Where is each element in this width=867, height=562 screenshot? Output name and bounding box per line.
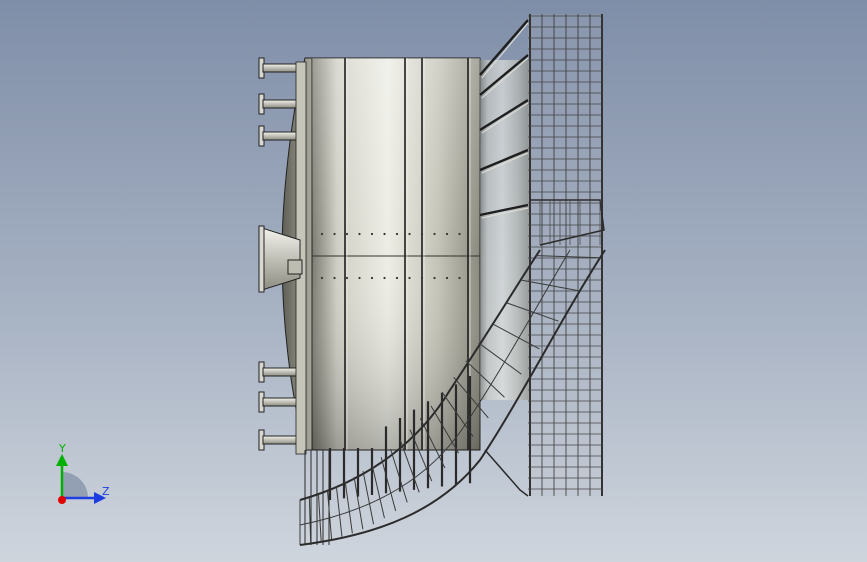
bolt-dot — [333, 276, 336, 280]
bolt-dot — [333, 232, 336, 236]
walkway-brace — [484, 449, 529, 497]
bolt-dot — [345, 276, 349, 280]
bolt-dot — [358, 232, 361, 236]
nozzle-pipe — [262, 63, 302, 73]
bolt-dot — [433, 232, 436, 236]
bolt-dot — [370, 276, 374, 280]
bolt-dot — [320, 232, 324, 236]
walkway-rung — [344, 481, 353, 534]
nozzle-pipe — [262, 99, 302, 109]
bolt-dot — [383, 276, 386, 280]
bolt-dot — [458, 232, 461, 236]
y-axis-arrow — [56, 454, 68, 466]
x-axis-dot — [58, 496, 66, 504]
walkway-rung — [390, 448, 408, 503]
bolt-dot — [370, 232, 374, 236]
bolt-dot — [383, 232, 386, 236]
nozzle-pipe — [262, 131, 302, 141]
y-axis-label: Y — [58, 442, 66, 455]
walkway-rung — [317, 493, 322, 542]
bolt-dot — [358, 276, 361, 280]
bolt-dot — [395, 232, 399, 236]
walkway-rung — [380, 457, 397, 511]
bolt-dot — [420, 232, 424, 236]
nozzle-pipe — [262, 367, 302, 377]
walkway-rung — [335, 486, 343, 537]
cage-panel — [528, 14, 602, 496]
bolt-dot — [458, 276, 461, 280]
bolt-dot — [345, 232, 349, 236]
bolt-dot — [445, 276, 449, 280]
cad-viewport[interactable]: Y Z — [0, 0, 867, 562]
tank-3d-model[interactable] — [0, 0, 867, 562]
bolt-dot — [420, 276, 424, 280]
walkway-rung — [371, 464, 385, 519]
bolt-dot — [395, 276, 399, 280]
side-cage-grating[interactable] — [528, 14, 603, 496]
bolt-dot — [320, 276, 324, 280]
walkway-rung — [308, 497, 312, 544]
z-axis-label: Z — [102, 485, 110, 498]
nozzle-pipe — [262, 397, 302, 407]
bolt-dot — [408, 276, 411, 280]
nozzle-pipe — [262, 435, 302, 445]
triad-quadrant — [62, 472, 88, 498]
bolt-dot — [433, 276, 436, 280]
bolt-dot — [408, 232, 411, 236]
orientation-triad[interactable]: Y Z — [40, 440, 120, 510]
bolt-dot — [445, 232, 449, 236]
